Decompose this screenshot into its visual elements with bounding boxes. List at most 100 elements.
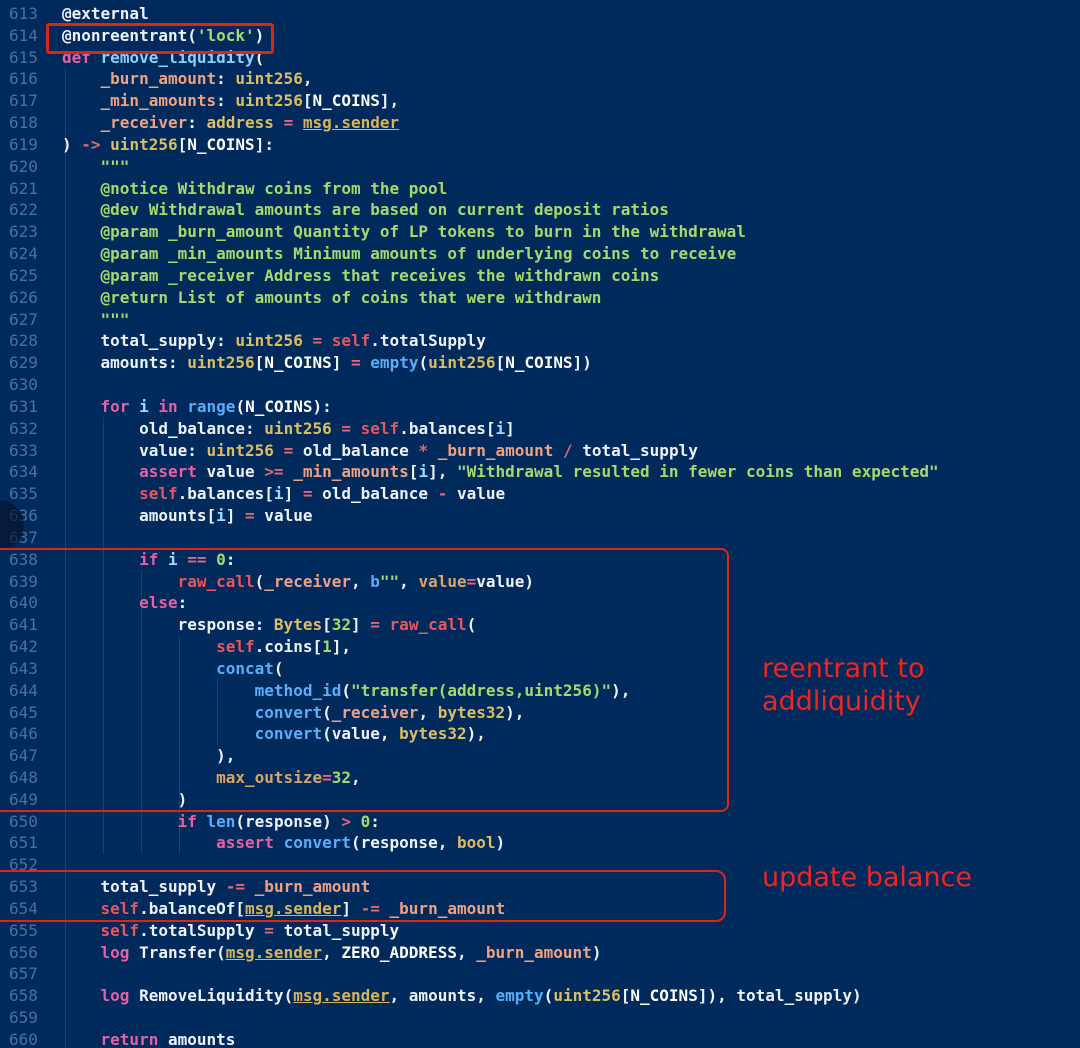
code-token: uint256: [110, 135, 177, 154]
line-number[interactable]: 639: [0, 571, 38, 593]
line-number[interactable]: 655: [0, 920, 38, 942]
line-number[interactable]: 649: [0, 789, 38, 811]
line-number[interactable]: 631: [0, 396, 38, 418]
line-number[interactable]: 619: [0, 134, 38, 156]
line-number[interactable]: 617: [0, 90, 38, 112]
code-token: ),: [611, 681, 630, 700]
code-token: N_COINS: [264, 353, 331, 372]
line-number[interactable]: 629: [0, 352, 38, 374]
code-text: max_outsize=32,: [62, 767, 361, 789]
line-number[interactable]: 625: [0, 265, 38, 287]
line-number[interactable]: 618: [0, 112, 38, 134]
code-line: 623 @param _burn_amount Quantity of LP t…: [0, 221, 1080, 243]
line-number[interactable]: 623: [0, 221, 38, 243]
line-number[interactable]: 613: [0, 3, 38, 25]
line-number[interactable]: 650: [0, 811, 38, 833]
code-token: _min_amounts: [101, 91, 217, 110]
code-token: ):: [313, 397, 332, 416]
code-line: 635 self.balances[i] = old_balance - val…: [0, 483, 1080, 505]
code-text: ): [62, 789, 187, 811]
code-token: ==: [187, 550, 206, 569]
code-token: [380, 899, 390, 918]
line-number[interactable]: 630: [0, 374, 38, 396]
line-number[interactable]: 660: [0, 1029, 38, 1048]
code-line: 617 _min_amounts: uint256[N_COINS],: [0, 90, 1080, 112]
code-token: ): [592, 943, 602, 962]
code-token: "transfer(address,uint256)": [351, 681, 611, 700]
code-token: [322, 331, 332, 350]
code-token: [62, 681, 255, 700]
line-number[interactable]: 644: [0, 680, 38, 702]
line-number[interactable]: 657: [0, 963, 38, 985]
line-number[interactable]: 615: [0, 47, 38, 69]
line-number[interactable]: 640: [0, 592, 38, 614]
line-number[interactable]: 642: [0, 636, 38, 658]
line-number[interactable]: 621: [0, 178, 38, 200]
line-number[interactable]: 652: [0, 854, 38, 876]
line-number[interactable]: 624: [0, 243, 38, 265]
code-editor[interactable]: 613@external614@nonreentrant('lock')615d…: [0, 0, 1080, 1048]
code-token: (: [322, 703, 332, 722]
line-number[interactable]: 653: [0, 876, 38, 898]
code-token: _burn_amount: [438, 441, 554, 460]
code-text: @dev Withdrawal amounts are based on cur…: [62, 199, 669, 221]
line-number[interactable]: 658: [0, 985, 38, 1007]
line-number[interactable]: 627: [0, 309, 38, 331]
line-number[interactable]: 659: [0, 1007, 38, 1029]
code-line: 647 ),: [0, 745, 1080, 767]
line-number[interactable]: 656: [0, 942, 38, 964]
code-token: _burn_amount: [101, 69, 217, 88]
code-token: , amounts,: [390, 986, 496, 1005]
code-token: [62, 899, 101, 918]
code-token: uint256: [235, 91, 302, 110]
code-token: *: [418, 441, 428, 460]
code-token: >=: [264, 462, 283, 481]
code-text: self.coins[1],: [62, 636, 351, 658]
line-number[interactable]: 645: [0, 702, 38, 724]
line-number[interactable]: 626: [0, 287, 38, 309]
code-text: raw_call(_receiver, b"", value=value): [62, 571, 534, 593]
line-number[interactable]: 641: [0, 614, 38, 636]
code-line: 651 assert convert(response, bool): [0, 832, 1080, 854]
code-token: old_balance: [312, 484, 437, 503]
line-number[interactable]: 633: [0, 440, 38, 462]
line-number[interactable]: 638: [0, 549, 38, 571]
code-token: i: [216, 506, 226, 525]
code-token: @notice Withdraw coins from the pool: [62, 179, 447, 198]
code-token: _receiver: [101, 113, 188, 132]
line-number[interactable]: 651: [0, 832, 38, 854]
line-number[interactable]: 620: [0, 156, 38, 178]
line-number[interactable]: 648: [0, 767, 38, 789]
line-number[interactable]: 614: [0, 25, 38, 47]
code-token: @dev Withdrawal amounts are based on cur…: [62, 200, 669, 219]
code-token: remove_liquidity: [101, 48, 255, 67]
code-token: ],: [428, 462, 457, 481]
code-line: 638 if i == 0:: [0, 549, 1080, 571]
code-token: [: [621, 986, 631, 1005]
line-number[interactable]: 647: [0, 745, 38, 767]
code-line: 622 @dev Withdrawal amounts are based on…: [0, 199, 1080, 221]
code-text: old_balance: uint256 = self.balances[i]: [62, 418, 515, 440]
code-text: else:: [62, 592, 187, 614]
code-token: ]), total_supply): [698, 986, 862, 1005]
line-number[interactable]: 622: [0, 199, 38, 221]
line-number[interactable]: 654: [0, 898, 38, 920]
code-line: 658 log RemoveLiquidity(msg.sender, amou…: [0, 985, 1080, 1007]
line-number[interactable]: 646: [0, 723, 38, 745]
code-token: uint256: [428, 353, 495, 372]
code-line: 630: [0, 374, 1080, 396]
code-token: 0: [216, 550, 226, 569]
line-number[interactable]: 628: [0, 330, 38, 352]
line-number[interactable]: 634: [0, 461, 38, 483]
code-token: for: [101, 397, 130, 416]
code-token: ,: [399, 572, 418, 591]
code-token: range: [187, 397, 235, 416]
line-number[interactable]: 632: [0, 418, 38, 440]
line-number[interactable]: 616: [0, 68, 38, 90]
code-line: 629 amounts: uint256[N_COINS] = empty(ui…: [0, 352, 1080, 374]
code-token: uint256: [235, 69, 302, 88]
code-token: ,: [303, 69, 313, 88]
line-number[interactable]: 643: [0, 658, 38, 680]
code-token: :: [216, 91, 235, 110]
code-line: 616 _burn_amount: uint256,: [0, 68, 1080, 90]
